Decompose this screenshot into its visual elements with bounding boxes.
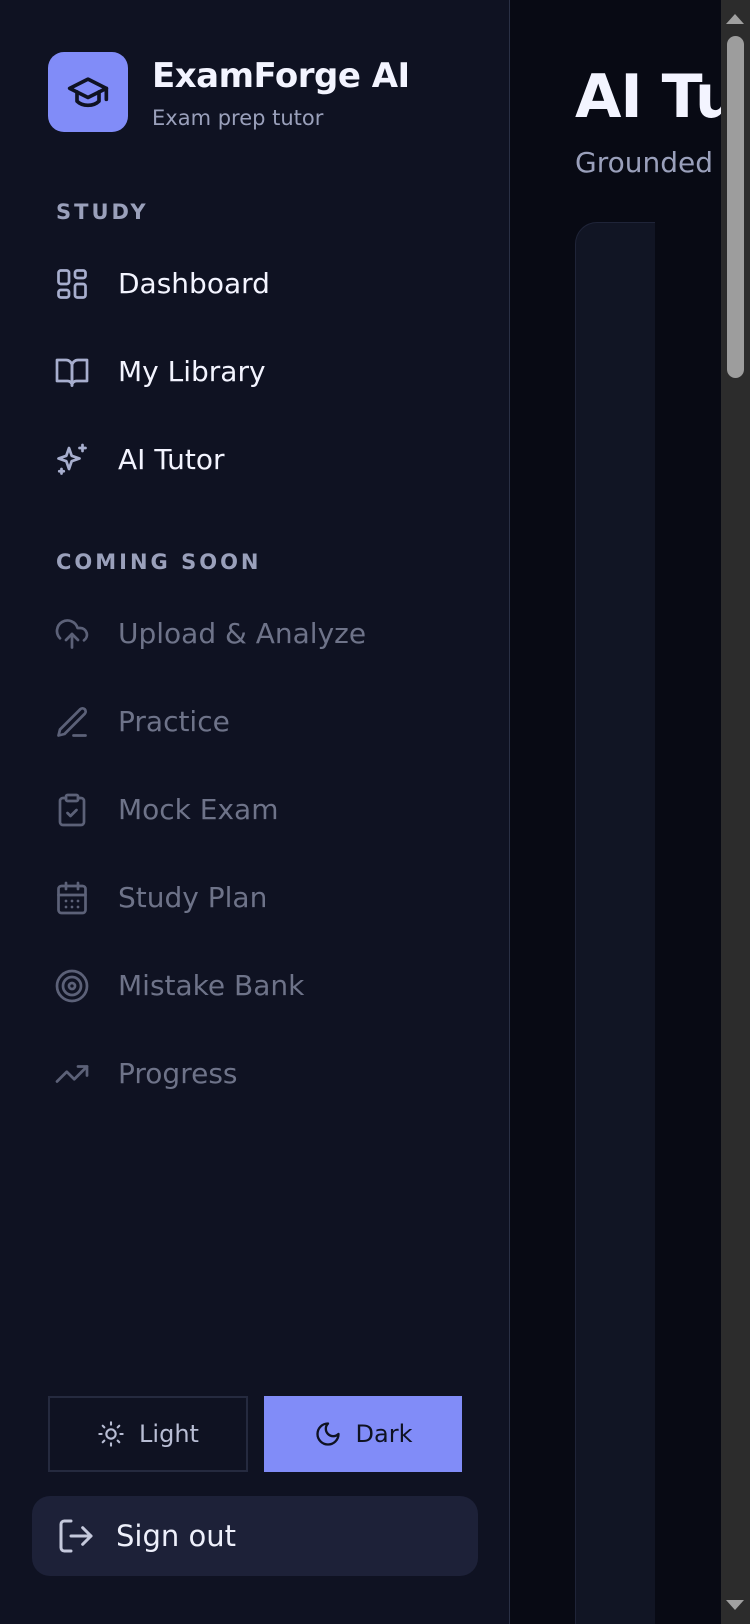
nav-label: Dashboard [118,267,270,300]
pencil-icon [54,704,90,740]
sign-out-label: Sign out [116,1519,236,1553]
grid-icon [54,266,90,302]
scroll-thumb[interactable] [727,36,744,378]
theme-light-label: Light [139,1420,199,1448]
scroll-up-arrow-icon[interactable] [726,14,744,24]
nav-item-upload-analyze[interactable]: Upload & Analyze [40,598,470,670]
sidebar: ExamForge AI Exam prep tutor STUDY Dashb… [0,0,510,1624]
nav-item-mistake-bank[interactable]: Mistake Bank [40,950,470,1022]
trending-up-icon [54,1056,90,1092]
nav-item-dashboard[interactable]: Dashboard [40,248,470,320]
page-subtitle: Grounded i [575,146,721,179]
vertical-scrollbar[interactable] [721,0,750,1624]
target-icon [54,968,90,1004]
book-open-icon [54,354,90,390]
nav-item-practice[interactable]: Practice [40,686,470,758]
cloud-upload-icon [54,616,90,652]
clipboard-check-icon [54,792,90,828]
theme-light-button[interactable]: Light [48,1396,248,1472]
study-section-heading: STUDY [56,200,149,224]
moon-icon [315,1422,340,1446]
nav-label: Upload & Analyze [118,617,367,650]
scroll-down-arrow-icon[interactable] [726,1600,744,1610]
chat-panel [575,222,666,1624]
sun-icon [98,1421,124,1447]
brand-name: ExamForge AI [152,56,410,96]
nav-label: Practice [118,705,230,738]
nav-label: Mock Exam [118,793,279,826]
log-out-icon [56,1516,96,1556]
theme-dark-button[interactable]: Dark [264,1396,462,1472]
nav-label: My Library [118,355,266,388]
nav-label: AI Tutor [118,443,225,476]
coming-soon-section-heading: COMING SOON [56,550,262,574]
theme-dark-label: Dark [355,1420,413,1448]
brand-subtitle: Exam prep tutor [152,106,324,130]
page-title: AI Tu [575,62,721,132]
nav-label: Mistake Bank [118,969,305,1002]
nav-item-progress[interactable]: Progress [40,1038,470,1110]
calendar-icon [54,880,90,916]
sign-out-button[interactable]: Sign out [32,1496,478,1576]
main-content: AI Tu Grounded i [511,0,721,1624]
nav-label: Study Plan [118,881,268,914]
brand-logo[interactable] [48,52,128,132]
nav-item-my-library[interactable]: My Library [40,336,470,408]
nav-label: Progress [118,1057,238,1090]
nav-item-ai-tutor[interactable]: AI Tutor [40,424,470,496]
sparkles-icon [54,442,90,478]
content-area [655,220,721,1624]
nav-item-mock-exam[interactable]: Mock Exam [40,774,470,846]
graduation-cap-icon [67,77,109,108]
nav-item-study-plan[interactable]: Study Plan [40,862,470,934]
